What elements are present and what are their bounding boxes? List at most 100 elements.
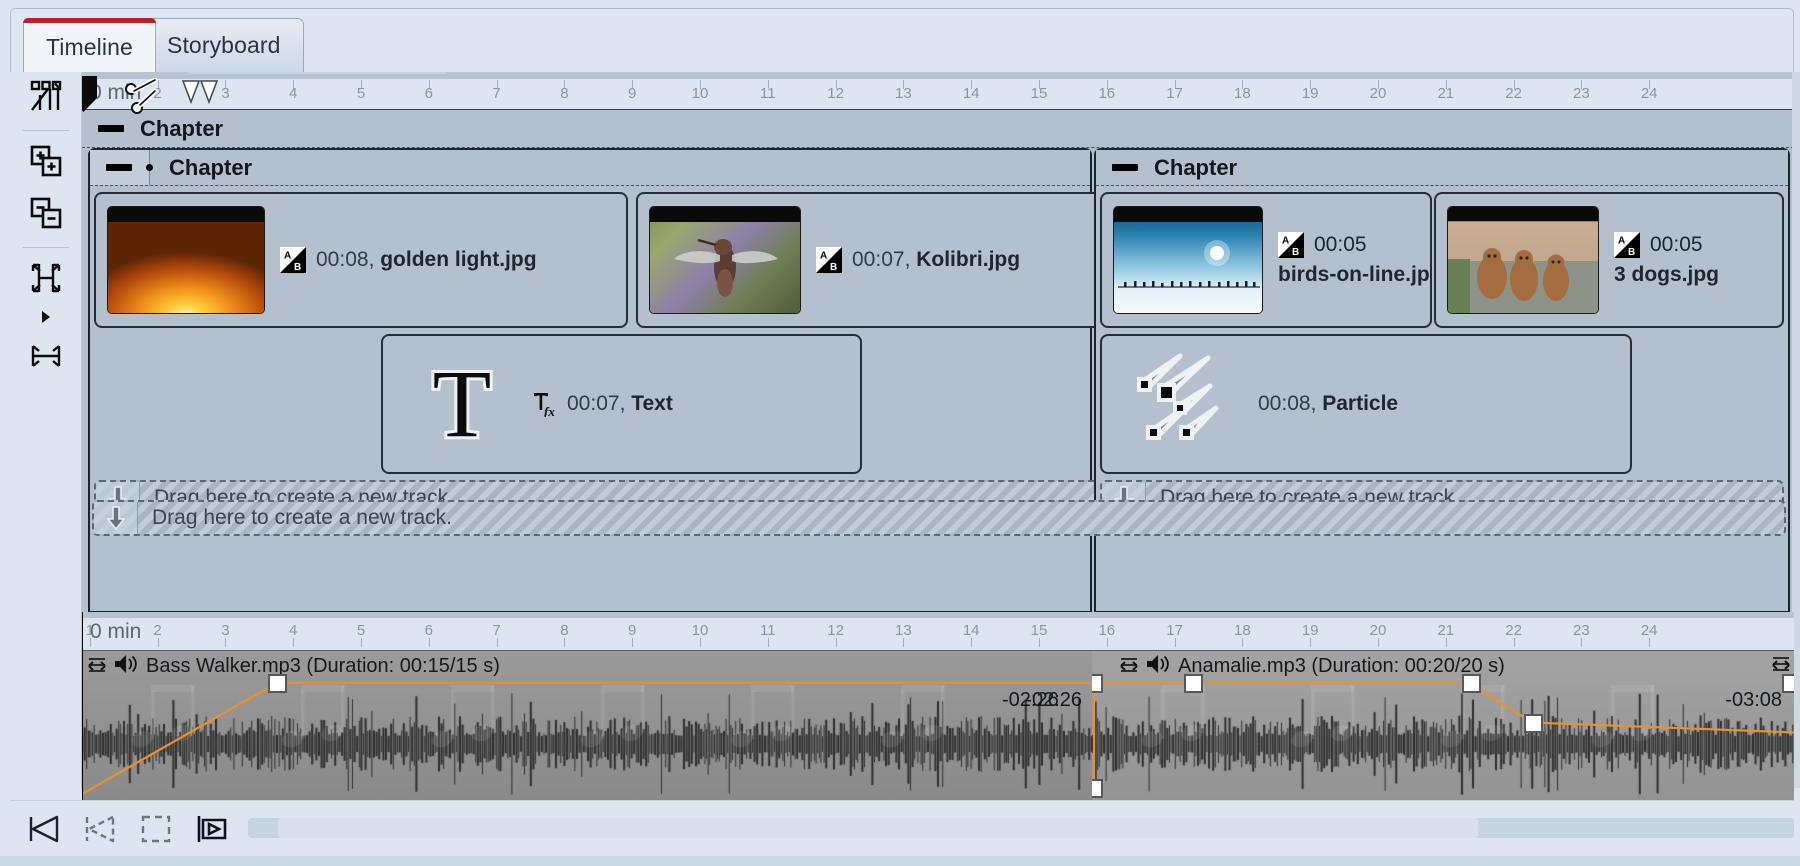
transition-ab-icon: A B	[280, 247, 306, 273]
skip-to-start-button[interactable]	[22, 807, 66, 851]
ruler-tick-label: 19	[1301, 85, 1319, 102]
keyframe-track-button[interactable]	[10, 72, 82, 124]
resize-grip-icon-right[interactable]	[1772, 655, 1790, 675]
resize-grip-icon[interactable]	[1120, 656, 1138, 676]
ruler-tick-label: 12	[827, 85, 844, 102]
preview-clip-button[interactable]	[190, 807, 234, 851]
envelope-keyframe[interactable]	[1462, 674, 1481, 693]
chapter-group-a: Chapter A B 00:08, golden light.jpg A B …	[88, 148, 1104, 612]
ruler-tick	[564, 638, 566, 647]
ruler-tick	[1242, 638, 1244, 647]
audio-clip-bass-walker-header: Bass Walker.mp3 (Duration: 00:15/15 s)	[82, 651, 1092, 681]
ruler-tick	[1378, 638, 1379, 647]
ruler-tick	[1174, 638, 1176, 647]
ruler-tick-label: 11	[760, 622, 776, 639]
envelope-keyframe[interactable]	[1184, 674, 1203, 693]
clip-3-dogs-meta: A B 00:05 3 dogs.jpg	[1614, 230, 1719, 291]
audio-clip-bass-walker-title: Bass Walker.mp3 (Duration: 00:15/15 s)	[146, 654, 500, 677]
ruler-tick-label: 20	[1369, 622, 1387, 639]
envelope-keyframe[interactable]	[1092, 779, 1103, 798]
clip-golden-light-meta: A B 00:08, golden light.jpg	[280, 247, 537, 273]
ruler-tick-label: 5	[356, 622, 366, 639]
ruler-tick	[361, 638, 362, 647]
clip-kolibri[interactable]: A B 00:07, Kolibri.jpg	[636, 192, 1104, 328]
horizontal-scrollbar[interactable]	[248, 818, 1794, 838]
ruler-tick	[700, 638, 701, 647]
collapse-minus-icon[interactable]	[106, 164, 132, 171]
clip-golden-light[interactable]: A B 00:08, golden light.jpg	[94, 192, 628, 328]
tab-storyboard[interactable]: Storyboard	[144, 18, 304, 72]
clip-birds-on-line[interactable]: A B 00:05 birds-on-line.jpg	[1100, 192, 1432, 328]
timeline-ruler[interactable]: 0 min 1234567891011121314151617181920212…	[82, 72, 1794, 114]
collapse-minus-icon[interactable]	[98, 125, 124, 132]
envelope-keyframe[interactable]	[268, 674, 287, 693]
ruler-tick	[767, 638, 769, 647]
ruler-tick	[1039, 638, 1040, 647]
ruler-tick-label: 6	[424, 622, 433, 639]
ruler-tick-label: 18	[1234, 85, 1251, 102]
transition-ab-icon: A B	[1278, 231, 1304, 258]
clip-particle[interactable]: 00:08, Particle	[1100, 334, 1632, 474]
previous-frame-button[interactable]	[78, 807, 122, 851]
ruler-tick-label: 23	[1573, 622, 1590, 639]
speaker-icon[interactable]	[1145, 653, 1171, 680]
tab-timeline[interactable]: Timeline	[23, 18, 156, 72]
audio-bass-walker-db-readout: -02:26	[1002, 689, 1059, 711]
drag-track-full[interactable]: Drag here to create a new track.	[92, 500, 1786, 536]
audio-track-area: Bass Walker.mp3 (Duration: 00:15/15 s) -…	[82, 650, 1794, 800]
thumbnail-3-dogs	[1448, 207, 1598, 313]
ruler-tick	[1649, 638, 1651, 647]
audio-clip-bass-walker[interactable]: Bass Walker.mp3 (Duration: 00:15/15 s) -…	[82, 651, 1092, 800]
clip-text-label: 00:07, Text	[567, 392, 673, 415]
marker-icon[interactable]	[180, 80, 222, 119]
clip-golden-light-label: 00:08, golden light.jpg	[316, 248, 537, 271]
clip-3-dogs[interactable]: A B 00:05 3 dogs.jpg	[1434, 192, 1784, 328]
collapse-minus-icon[interactable]	[1112, 164, 1138, 171]
remove-track-button[interactable]	[10, 189, 82, 241]
fit-selection-icon	[141, 815, 171, 842]
cut-scissors-icon[interactable]	[122, 77, 164, 121]
ruler-tick-label: 7	[492, 85, 501, 102]
ruler-tick	[1310, 638, 1312, 647]
clip-birds-on-line-duration: 00:05	[1314, 232, 1367, 256]
drag-track-full-handle[interactable]	[94, 502, 138, 534]
thumbnail-letterbox	[108, 207, 264, 222]
ruler-tick-label: 20	[1369, 85, 1387, 102]
thumbnail-birds-on-line	[1114, 207, 1262, 313]
resize-grip-icon[interactable]	[88, 656, 106, 676]
chapter-marker-dot	[146, 164, 153, 171]
chapter-row-a[interactable]: Chapter	[90, 150, 1090, 186]
fit-selection-button[interactable]	[134, 807, 178, 851]
chapter-row-b[interactable]: Chapter	[1096, 150, 1788, 186]
ruler-tick-label: 15	[1030, 622, 1048, 639]
ruler-tick-label: 16	[1098, 85, 1116, 102]
clip-birds-on-line-name: birds-on-line.jpg	[1278, 263, 1430, 286]
horizontal-scrollbar-thumb[interactable]	[278, 818, 1478, 838]
preview-clip-icon	[197, 815, 227, 842]
tool-rail-expand-button[interactable]	[10, 306, 82, 332]
audio-ruler[interactable]: 0 min 1 2 3 4 5 6 7 8 9 10 11 12 13 14 15 16 17 18 19 20 21 2…	[82, 612, 1794, 650]
fit-track-height-button[interactable]	[10, 254, 82, 306]
envelope-keyframe[interactable]	[1092, 674, 1103, 693]
envelope-keyframe[interactable]	[1782, 674, 1794, 693]
add-track-button[interactable]	[10, 137, 82, 189]
audio-ruler-unit-label: 0 min	[90, 620, 142, 643]
ruler-scroll-nub[interactable]	[187, 72, 447, 74]
clip-text[interactable]: T fx 00:07, Text	[381, 334, 862, 474]
audio-clip-anamalie[interactable]: Anamalie.mp3 (Duration: 00:20/20 s) -03:…	[1092, 651, 1794, 800]
speaker-icon[interactable]	[113, 653, 139, 680]
ruler-tick-label: 13	[895, 622, 912, 639]
chapter-group-b: Chapter A B 00:05 birds-on-line.jpg A B …	[1094, 148, 1790, 612]
chapter-row-root[interactable]: Chapter	[82, 110, 1794, 148]
audio-ruler-top-border	[82, 612, 1794, 618]
tool-rail	[10, 72, 82, 788]
ruler-tick	[971, 638, 973, 647]
fit-width-button[interactable]	[10, 332, 82, 384]
ruler-tick-label: 5	[356, 85, 366, 102]
ruler-tick-label: 11	[760, 85, 776, 102]
tool-rail-divider-1	[22, 130, 69, 131]
playhead-handle[interactable]	[82, 74, 99, 112]
add-track-icon	[28, 143, 64, 184]
audio-playhead-line[interactable]	[82, 612, 83, 800]
envelope-keyframe[interactable]	[1524, 714, 1543, 733]
